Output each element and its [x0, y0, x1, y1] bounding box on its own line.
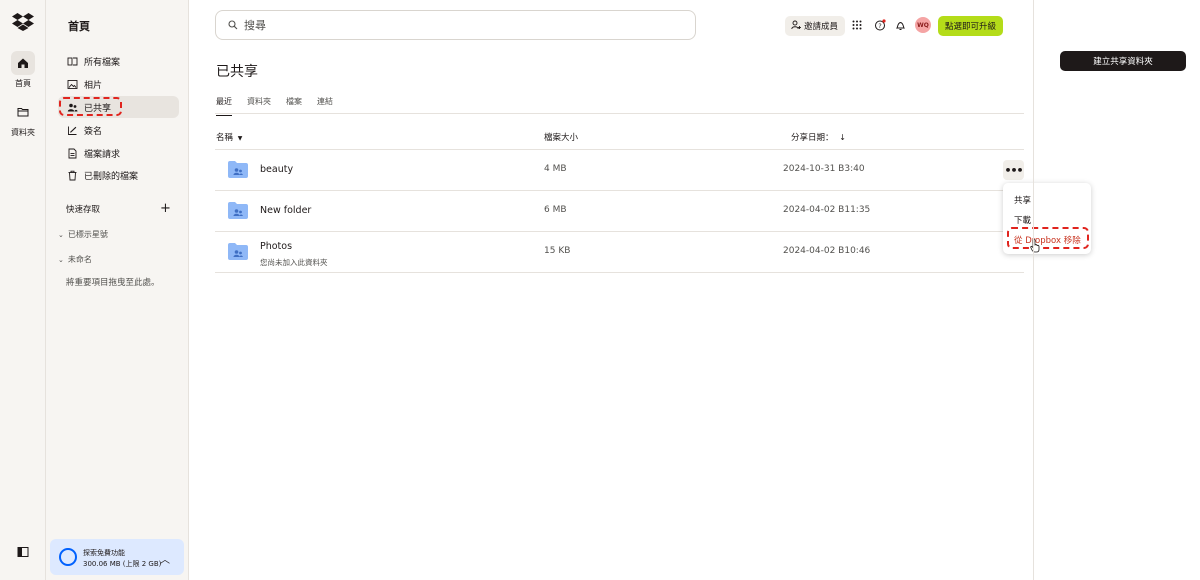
invite-label: 邀請成員	[804, 22, 839, 32]
highlight-box-shared	[59, 97, 122, 116]
more-actions-button[interactable]: •••	[1003, 160, 1024, 180]
sort-arrow-down-icon: ↓	[839, 133, 846, 142]
column-header-date-label: 分享日期：	[791, 133, 834, 143]
row-date: 2024-04-02 B10:46	[783, 246, 871, 256]
rail-item-home[interactable]: 首頁	[0, 51, 46, 89]
shared-folder-icon	[228, 161, 248, 178]
column-header-size[interactable]: 檔案大小	[544, 131, 578, 143]
create-shared-folder-button[interactable]: 建立共享資料夾	[1060, 51, 1186, 71]
chevron-down-icon: ⌄	[58, 230, 64, 239]
untitled-label: 未命名	[67, 255, 92, 264]
storage-progress-icon	[59, 548, 77, 566]
sidebar-item-photos[interactable]: 相片	[58, 73, 179, 95]
hand-cursor-icon	[1030, 239, 1040, 253]
table-row[interactable]: beauty 4 MB 2024-10-31 B3:40	[215, 150, 1024, 191]
rail-item-folders[interactable]: 資料夾	[0, 100, 46, 138]
add-quick-access-button[interactable]: +	[160, 201, 171, 216]
row-name[interactable]: Photos	[260, 241, 292, 252]
sidebar-title: 首頁	[68, 20, 90, 33]
sort-down-icon: ▼	[237, 135, 243, 142]
sidebar: 首頁 所有檔案 相片 已共享 簽名 檔案請求 已刪除的檔案 快速存取 + ⌄ 已…	[46, 0, 189, 580]
sidebar-item-label: 所有檔案	[84, 57, 121, 68]
sidebar-item-all-files[interactable]: 所有檔案	[58, 50, 179, 72]
home-icon	[11, 51, 35, 75]
starred-label: 已標示星號	[67, 230, 108, 239]
column-header-name[interactable]: 名稱 ▼	[216, 131, 242, 143]
shared-folder-icon	[228, 243, 248, 260]
upgrade-button[interactable]: 點選即可升級	[938, 16, 1003, 36]
menu-item-share[interactable]: 共享	[1014, 194, 1031, 206]
column-header-date[interactable]: 分享日期： ↓	[791, 131, 846, 143]
chevron-up-icon[interactable]: ︿	[160, 551, 170, 566]
chevron-down-icon: ⌄	[58, 255, 64, 264]
storage-title: 探索免費功能	[83, 549, 125, 557]
table-row[interactable]: New folder 6 MB 2024-04-02 B11:35	[215, 191, 1024, 232]
drag-hint: 將重要項目拖曳至此處。	[66, 278, 160, 288]
folder-icon	[11, 100, 35, 124]
help-icon[interactable]: ?	[873, 18, 887, 32]
divider	[1033, 0, 1034, 580]
row-size: 4 MB	[544, 164, 567, 174]
avatar[interactable]: WQ	[915, 17, 931, 33]
quick-access-heading: 快速存取	[66, 205, 101, 215]
sidebar-item-deleted-files[interactable]: 已刪除的檔案	[58, 164, 179, 186]
plus-icon: +	[160, 201, 171, 216]
row-date: 2024-10-31 B3:40	[783, 164, 865, 174]
column-header-name-label: 名稱	[216, 133, 234, 143]
row-size: 15 KB	[544, 246, 571, 256]
signature-icon	[66, 124, 78, 136]
photo-icon	[66, 78, 78, 90]
files-icon	[66, 55, 78, 67]
left-rail: 首頁 資料夾	[0, 0, 46, 580]
search-box[interactable]	[215, 10, 696, 40]
rail-item-label: 首頁	[15, 79, 31, 88]
bell-icon[interactable]	[893, 18, 907, 32]
sidebar-item-label: 相片	[84, 80, 103, 91]
context-menu: 共享 下載 從 Dropbox 移除	[1003, 183, 1091, 254]
svg-text:?: ?	[878, 22, 881, 30]
highlight-box-remove	[1007, 227, 1089, 249]
sidebar-item-signatures[interactable]: 簽名	[58, 119, 179, 141]
search-input[interactable]	[244, 18, 664, 32]
row-name[interactable]: New folder	[260, 205, 311, 216]
file-request-icon	[66, 147, 78, 159]
trash-icon	[66, 169, 78, 181]
storage-card[interactable]: 探索免費功能 300.06 MB (上限 2 GB) ︿	[50, 539, 184, 575]
table-row[interactable]: Photos 您尚未加入此資料夾 15 KB 2024-04-02 B10:46	[215, 232, 1024, 273]
untitled-section[interactable]: ⌄ 未命名	[58, 254, 92, 265]
shared-folder-icon	[228, 202, 248, 219]
apps-grid-icon[interactable]	[850, 18, 864, 32]
rail-item-label: 資料夾	[11, 128, 35, 137]
row-name[interactable]: beauty	[260, 164, 293, 175]
page-title: 已共享	[216, 64, 258, 80]
sidebar-item-label: 簽名	[84, 126, 103, 137]
sidebar-item-file-requests[interactable]: 檔案請求	[58, 142, 179, 164]
search-icon	[228, 20, 238, 30]
sidebar-item-label: 檔案請求	[84, 149, 121, 160]
row-subtitle: 您尚未加入此資料夾	[260, 258, 328, 267]
storage-usage: 300.06 MB (上限 2 GB)	[83, 560, 162, 568]
row-date: 2024-04-02 B11:35	[783, 205, 871, 215]
sidebar-item-label: 已刪除的檔案	[84, 171, 139, 182]
invite-members-button[interactable]: 邀請成員	[785, 16, 845, 36]
dropbox-logo-icon[interactable]	[12, 13, 34, 31]
add-user-icon	[791, 20, 801, 33]
row-size: 6 MB	[544, 205, 567, 215]
starred-section[interactable]: ⌄ 已標示星號	[58, 229, 108, 240]
divider	[215, 113, 1024, 114]
menu-item-download[interactable]: 下載	[1014, 214, 1031, 226]
sidebar-toggle-icon[interactable]	[16, 545, 30, 559]
